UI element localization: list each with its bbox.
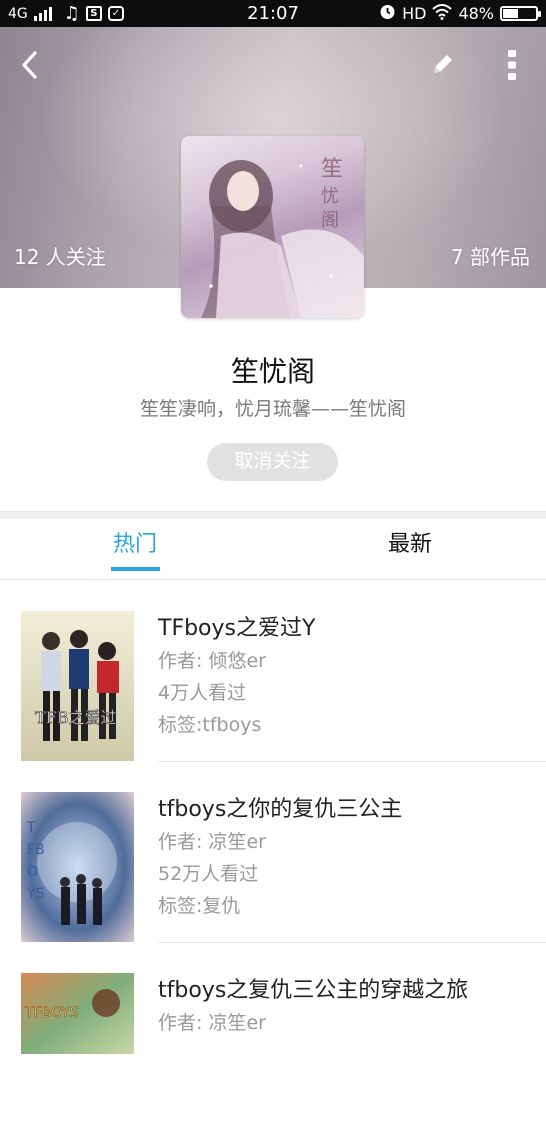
hd-label: HD: [402, 4, 427, 23]
pencil-icon: [430, 51, 456, 81]
svg-text:阁: 阁: [321, 210, 339, 231]
book-views: 4万人看过: [158, 682, 247, 704]
list-item[interactable]: TFB之爱过 TFboys之爱过Y 作者: 倾悠er 4万人看过 标签:tfbo…: [0, 581, 546, 762]
wifi-icon: [432, 3, 453, 24]
edit-button[interactable]: [424, 47, 462, 85]
svg-text:TFB之爱过: TFB之爱过: [35, 708, 117, 727]
svg-text:FB: FB: [27, 842, 45, 858]
followers-count[interactable]: 12 人关注: [14, 241, 106, 270]
list-item[interactable]: TFBOYS tfboys之复仇三公主的穿越之旅 作者: 凉笙er: [0, 943, 546, 1124]
svg-text:T: T: [26, 820, 36, 836]
chevron-left-icon: [20, 50, 40, 84]
list-item[interactable]: T FB O YS tfboys之你的复仇三公主 作者: 凉笙er 52万人看过…: [0, 762, 546, 943]
signal-icon: [33, 6, 52, 21]
book-info: TFboys之爱过Y 作者: 倾悠er 4万人看过 标签:tfboys: [158, 613, 315, 741]
more-vertical-icon: [507, 49, 517, 85]
book-title: tfboys之你的复仇三公主: [158, 797, 403, 822]
status-left: 4G ♫ S ✓: [8, 3, 124, 24]
svg-text:O: O: [27, 864, 38, 880]
back-button[interactable]: [12, 49, 48, 85]
music-icon: ♫: [63, 3, 80, 24]
battery-percent: 48%: [458, 4, 494, 23]
network-label: 4G: [8, 5, 28, 22]
book-tags: 标签:tfboys: [158, 714, 262, 736]
tab-bar: 热门 最新: [0, 519, 546, 580]
book-cover-image: T FB O YS: [21, 792, 134, 942]
battery-icon: [500, 6, 541, 21]
book-title: TFboys之爱过Y: [158, 616, 316, 641]
book-cover-image: TFB之爱过: [21, 611, 134, 761]
svg-text:YS: YS: [26, 886, 45, 902]
book-views: 52万人看过: [158, 863, 259, 885]
alarm-icon: [379, 3, 396, 24]
status-right: HD 48%: [379, 3, 541, 24]
book-author: 作者: 凉笙er: [158, 831, 266, 853]
tab-latest[interactable]: 最新: [374, 519, 446, 579]
svg-text:忧: 忧: [321, 186, 339, 207]
book-cover-image: TFBOYS: [21, 973, 134, 1123]
unfollow-button[interactable]: 取消关注: [207, 443, 338, 481]
book-info: tfboys之复仇三公主的穿越之旅 作者: 凉笙er: [158, 975, 468, 1039]
app-notification-icon: ✓: [107, 6, 124, 21]
more-button[interactable]: [496, 47, 528, 87]
battery-fill: [503, 9, 519, 18]
book-author: 作者: 凉笙er: [158, 1012, 266, 1034]
status-bar: 4G ♫ S ✓ 21:07 HD 48%: [0, 0, 546, 27]
app-s-icon: S: [85, 6, 102, 21]
svg-text:TFBOYS: TFBOYS: [24, 1005, 79, 1021]
tab-active-indicator: [111, 567, 160, 571]
book-tags: 标签:复仇: [158, 895, 241, 917]
profile-description: 笙笙凄响，忧月琉馨——笙忧阁: [139, 398, 406, 420]
section-divider: [0, 511, 546, 519]
book-title: tfboys之复仇三公主的穿越之旅: [158, 978, 469, 1003]
svg-text:笙: 笙: [321, 157, 343, 182]
book-info: tfboys之你的复仇三公主 作者: 凉笙er 52万人看过 标签:复仇: [158, 794, 402, 922]
profile-name: 笙忧阁: [230, 355, 315, 388]
works-count[interactable]: 7 部作品: [451, 241, 530, 270]
profile-cover-image: 笙 忧 阁: [181, 136, 364, 318]
book-author: 作者: 倾悠er: [158, 650, 266, 672]
